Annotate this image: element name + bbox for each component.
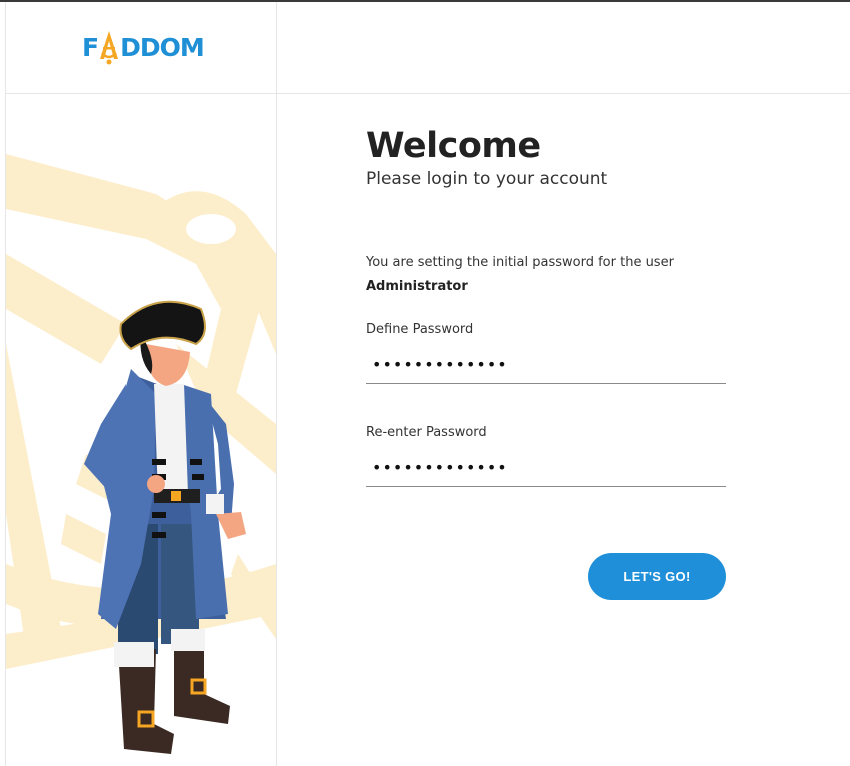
logo-text-f: F (82, 32, 99, 62)
reenter-password-field[interactable] (366, 449, 726, 487)
define-password-field[interactable] (366, 346, 726, 384)
page-subtitle: Please login to your account (366, 169, 608, 189)
faddom-logo: F DDOM (82, 28, 205, 66)
left-sidebar: F DDOM (5, 2, 277, 766)
info-text: You are setting the initial password for… (366, 255, 674, 270)
reenter-password-label: Re-enter Password (366, 425, 487, 440)
header-band (276, 2, 850, 94)
page-title: Welcome (366, 126, 541, 166)
login-form: Welcome Please login to your account You… (366, 124, 726, 600)
sextant-logo-icon (100, 31, 119, 65)
lets-go-button[interactable]: LET'S GO! (588, 553, 726, 600)
logo-text-ddom: DDOM (120, 32, 205, 62)
login-page: F DDOM Welcome Please login to your acco… (0, 0, 850, 766)
logo-area: F DDOM (6, 2, 276, 94)
define-password-label: Define Password (366, 322, 474, 337)
user-name: Administrator (366, 279, 468, 294)
pirate-illustration (6, 154, 276, 754)
